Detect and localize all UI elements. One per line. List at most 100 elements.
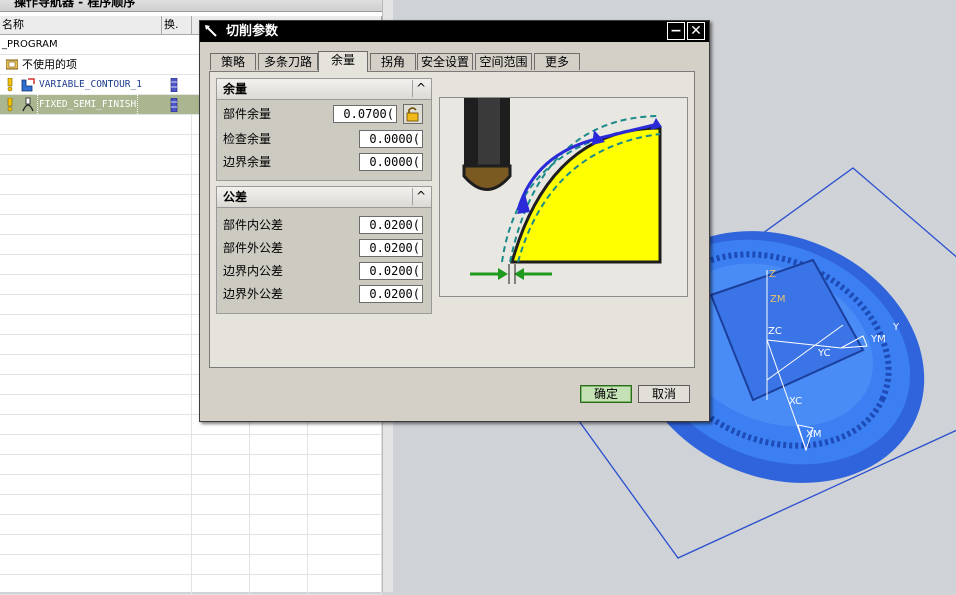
stock-illustration <box>439 97 688 297</box>
row-label: 不使用的项 <box>22 58 77 71</box>
boundary-intol-row: 边界内公差 0.0200( <box>217 261 431 281</box>
empty-cell <box>162 475 192 495</box>
empty-cell <box>192 495 250 515</box>
empty-cell <box>162 515 192 535</box>
empty-cell <box>162 115 192 135</box>
empty-cell <box>250 555 308 575</box>
check-stock-input[interactable]: 0.0000( <box>359 130 423 148</box>
part-outtol-input[interactable]: 0.0200( <box>359 239 423 257</box>
empty-cell <box>192 455 250 475</box>
empty-cell <box>250 475 308 495</box>
empty-row <box>0 535 382 555</box>
tab-containment[interactable]: 空间范围 <box>475 53 532 70</box>
empty-cell <box>162 315 192 335</box>
tab-stock[interactable]: 余量 <box>318 51 368 72</box>
boundary-outtol-input[interactable]: 0.0200( <box>359 285 423 303</box>
axis-label-y: Y <box>892 322 900 333</box>
boundary-outtol-label: 边界外公差 <box>223 287 284 301</box>
axis-label-xm: XM <box>806 429 821 440</box>
boundary-stock-row: 边界余量 0.0000( <box>217 152 431 172</box>
tab-corners[interactable]: 拐角 <box>370 53 416 70</box>
tab-clearances[interactable]: 安全设置 <box>417 53 473 70</box>
cutting-parameters-dialog: 切削参数 − ✕ 策略 多条刀路 余量 拐角 安全设置 空间范围 更多 余量 ^… <box>199 20 710 422</box>
row-label: VARIABLE_CONTOUR_1 <box>39 79 142 90</box>
empty-cell <box>250 515 308 535</box>
boundary-intol-input[interactable]: 0.0200( <box>359 262 423 280</box>
tolerance-group-header[interactable]: 公差 ^ <box>217 187 431 208</box>
collapse-icon[interactable]: ^ <box>412 80 429 97</box>
tab-multiple-passes[interactable]: 多条刀路 <box>258 53 318 70</box>
empty-row <box>0 555 382 575</box>
tab-strategy[interactable]: 策略 <box>210 53 256 70</box>
empty-row <box>0 495 382 515</box>
part-stock-row: 部件余量 0.0700( <box>217 104 431 124</box>
part-intol-input[interactable]: 0.0200( <box>359 216 423 234</box>
cancel-button[interactable]: 取消 <box>638 385 690 403</box>
axis-label-zc: ZC <box>768 326 782 337</box>
axis-label-zm: ZM <box>770 294 785 305</box>
status-icon <box>170 77 178 93</box>
empty-cell <box>192 435 250 455</box>
empty-cell <box>250 575 308 595</box>
empty-cell <box>162 375 192 395</box>
folder-icon <box>5 58 19 70</box>
empty-cell <box>162 415 192 435</box>
empty-row <box>0 575 382 595</box>
tolerance-group-title: 公差 <box>223 190 248 204</box>
empty-cell <box>192 515 250 535</box>
warning-icon <box>6 97 14 112</box>
axis-label-ym: YM <box>870 334 886 345</box>
empty-row <box>0 515 382 535</box>
empty-cell <box>308 535 382 555</box>
navigator-title: 操作导航器 - 程序顺序 <box>0 0 382 12</box>
dialog-title-bar[interactable]: 切削参数 − ✕ <box>200 21 709 42</box>
boundary-intol-label: 边界内公差 <box>223 264 284 278</box>
empty-cell <box>192 575 250 595</box>
collapse-icon[interactable]: ^ <box>412 188 429 205</box>
stock-group: 余量 ^ 部件余量 0.0700( 检查余量 0.0000( 边界余量 0.00… <box>216 78 432 181</box>
empty-cell <box>162 575 192 595</box>
boundary-stock-input[interactable]: 0.0000( <box>359 153 423 171</box>
empty-cell <box>250 455 308 475</box>
ok-button[interactable]: 确定 <box>580 385 632 403</box>
empty-cell <box>162 295 192 315</box>
empty-cell <box>308 555 382 575</box>
axis-label-xc: XC <box>789 396 802 407</box>
lock-button[interactable] <box>403 104 423 124</box>
empty-cell <box>162 155 192 175</box>
tolerance-group: 公差 ^ 部件内公差 0.0200( 部件外公差 0.0200( 边界内公差 0… <box>216 186 432 314</box>
empty-cell <box>162 455 192 475</box>
check-stock-label: 检查余量 <box>223 132 272 146</box>
close-button[interactable]: ✕ <box>687 22 705 40</box>
empty-cell <box>308 495 382 515</box>
warning-icon <box>6 77 14 92</box>
lock-icon <box>406 107 419 122</box>
stock-group-header[interactable]: 余量 ^ <box>217 79 431 100</box>
tab-more[interactable]: 更多 <box>534 53 580 70</box>
empty-cell <box>162 495 192 515</box>
empty-cell <box>192 475 250 495</box>
boundary-outtol-row: 边界外公差 0.0200( <box>217 284 431 304</box>
empty-row <box>0 455 382 475</box>
check-stock-row: 检查余量 0.0000( <box>217 129 431 149</box>
row-label: _PROGRAM <box>2 39 58 50</box>
empty-cell <box>162 215 192 235</box>
empty-cell <box>192 555 250 575</box>
stock-tab-panel: 余量 ^ 部件余量 0.0700( 检查余量 0.0000( 边界余量 0.00… <box>209 71 695 368</box>
empty-cell <box>162 535 192 555</box>
part-outtol-label: 部件外公差 <box>223 241 284 255</box>
tool-icon <box>204 24 218 38</box>
status-icon <box>170 97 178 113</box>
column-change-header[interactable]: 换. <box>162 16 192 34</box>
empty-cell <box>162 355 192 375</box>
empty-cell <box>162 335 192 355</box>
contour-operation-icon <box>20 77 36 93</box>
empty-cell <box>162 255 192 275</box>
empty-cell <box>308 575 382 595</box>
part-stock-label: 部件余量 <box>223 107 272 121</box>
minimize-button[interactable]: − <box>667 22 685 40</box>
empty-cell <box>308 435 382 455</box>
column-name-header[interactable]: 名称 <box>0 16 162 34</box>
empty-row <box>0 475 382 495</box>
part-stock-input[interactable]: 0.0700( <box>333 105 397 123</box>
